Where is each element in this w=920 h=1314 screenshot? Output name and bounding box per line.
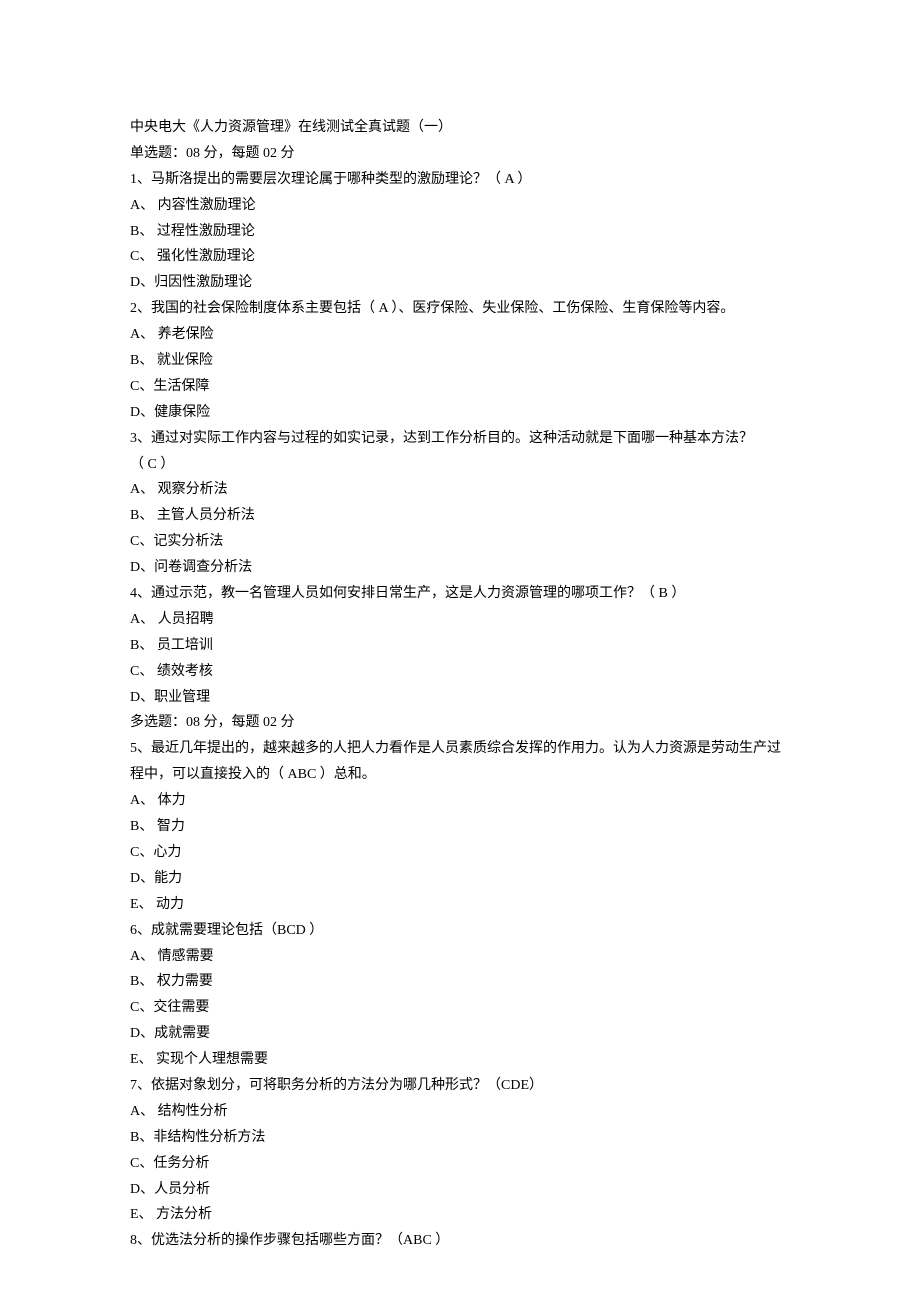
question-stem: 5、最近几年提出的，越来越多的人把人力看作是人员素质综合发挥的作用力。认为人力资… <box>130 736 790 762</box>
document-title: 中央电大《人力资源管理》在线测试全真试题（一） <box>130 115 790 141</box>
option: C、记实分析法 <box>130 529 790 555</box>
question-stem: 4、通过示范，教一名管理人员如何安排日常生产，这是人力资源管理的哪项工作？（ B… <box>130 581 790 607</box>
question-stem: 7、依据对象划分，可将职务分析的方法分为哪几种形式？（CDE） <box>130 1073 790 1099</box>
question-stem-cont: 程中，可以直接投入的（ ABC ）总和。 <box>130 762 790 788</box>
option: A、 内容性激励理论 <box>130 193 790 219</box>
document-page: 中央电大《人力资源管理》在线测试全真试题（一） 单选题：08 分，每题 02 分… <box>0 0 920 1314</box>
section-heading-single: 单选题：08 分，每题 02 分 <box>130 141 790 167</box>
option: D、健康保险 <box>130 400 790 426</box>
option: E、 动力 <box>130 892 790 918</box>
option: B、 主管人员分析法 <box>130 503 790 529</box>
option: D、职业管理 <box>130 685 790 711</box>
option: B、非结构性分析方法 <box>130 1125 790 1151</box>
option: B、 员工培训 <box>130 633 790 659</box>
option: C、心力 <box>130 840 790 866</box>
question-stem: 3、通过对实际工作内容与过程的如实记录，达到工作分析目的。这种活动就是下面哪一种… <box>130 426 790 452</box>
option: C、交往需要 <box>130 995 790 1021</box>
option: C、 绩效考核 <box>130 659 790 685</box>
option: D、成就需要 <box>130 1021 790 1047</box>
option: A、 体力 <box>130 788 790 814</box>
option: D、归因性激励理论 <box>130 270 790 296</box>
option: A、 观察分析法 <box>130 477 790 503</box>
option: B、 就业保险 <box>130 348 790 374</box>
option: C、 强化性激励理论 <box>130 244 790 270</box>
option: D、人员分析 <box>130 1177 790 1203</box>
option: C、任务分析 <box>130 1151 790 1177</box>
option: E、 实现个人理想需要 <box>130 1047 790 1073</box>
option: B、 智力 <box>130 814 790 840</box>
option: B、 权力需要 <box>130 969 790 995</box>
question-stem-cont: （ C ） <box>130 452 790 478</box>
question-stem: 1、马斯洛提出的需要层次理论属于哪种类型的激励理论？（ A ） <box>130 167 790 193</box>
option: A、 结构性分析 <box>130 1099 790 1125</box>
option: D、能力 <box>130 866 790 892</box>
option: D、问卷调查分析法 <box>130 555 790 581</box>
option: A、 情感需要 <box>130 944 790 970</box>
option: C、生活保障 <box>130 374 790 400</box>
option: A、 养老保险 <box>130 322 790 348</box>
question-stem: 6、成就需要理论包括（BCD ） <box>130 918 790 944</box>
option: E、 方法分析 <box>130 1202 790 1228</box>
question-stem: 8、优选法分析的操作步骤包括哪些方面？（ABC ） <box>130 1228 790 1254</box>
section-heading-multi: 多选题：08 分，每题 02 分 <box>130 710 790 736</box>
question-stem: 2、我国的社会保险制度体系主要包括（ A ）、医疗保险、失业保险、工伤保险、生育… <box>130 296 790 322</box>
option: B、 过程性激励理论 <box>130 219 790 245</box>
option: A、 人员招聘 <box>130 607 790 633</box>
